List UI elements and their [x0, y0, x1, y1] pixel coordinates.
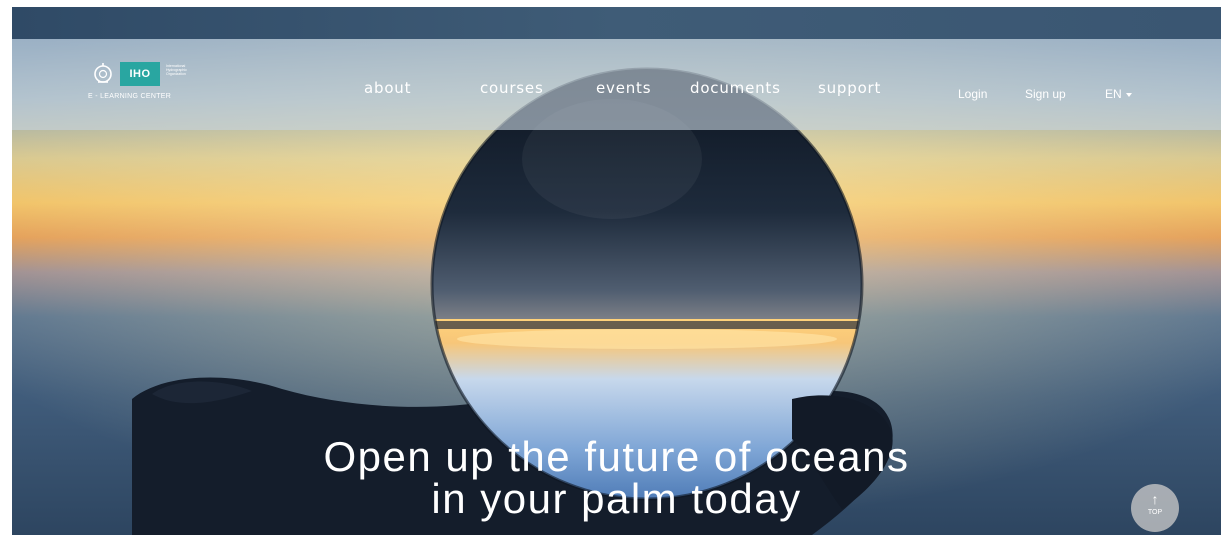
login-link[interactable]: Login	[958, 87, 987, 101]
nav-link-courses[interactable]: courses	[480, 79, 544, 97]
logo-org-name: International Hydrographic Organization	[166, 64, 206, 77]
nav-link-events[interactable]: events	[596, 79, 651, 97]
hero-headline-line2: in your palm today	[431, 475, 802, 522]
hero-headline: Open up the future of oceans in your pal…	[12, 436, 1221, 520]
page-viewport: IHO International Hydrographic Organizat…	[12, 7, 1221, 535]
signup-link[interactable]: Sign up	[1025, 87, 1066, 101]
nav-link-about[interactable]: about	[364, 79, 411, 97]
language-selector[interactable]: EN	[1105, 87, 1132, 101]
logo-subtitle: E - LEARNING CENTER	[88, 93, 172, 100]
top-strip	[12, 7, 1221, 39]
caret-down-icon	[1125, 92, 1132, 97]
iho-emblem-icon	[94, 63, 112, 83]
language-label: EN	[1105, 87, 1122, 101]
iho-logo[interactable]: IHO International Hydrographic Organizat…	[88, 62, 208, 112]
logo-org-line: Organization	[166, 72, 186, 77]
navbar: IHO International Hydrographic Organizat…	[12, 39, 1221, 130]
arrow-up-icon: ↑	[1151, 491, 1159, 507]
scroll-top-button[interactable]: ↑ TOP	[1131, 484, 1179, 532]
nav-link-support[interactable]: support	[818, 79, 881, 97]
scroll-top-label: TOP	[1147, 509, 1163, 516]
hero-headline-line1: Open up the future of oceans	[323, 433, 910, 480]
logo-box: IHO	[120, 62, 160, 86]
nav-link-documents[interactable]: documents	[690, 79, 781, 97]
